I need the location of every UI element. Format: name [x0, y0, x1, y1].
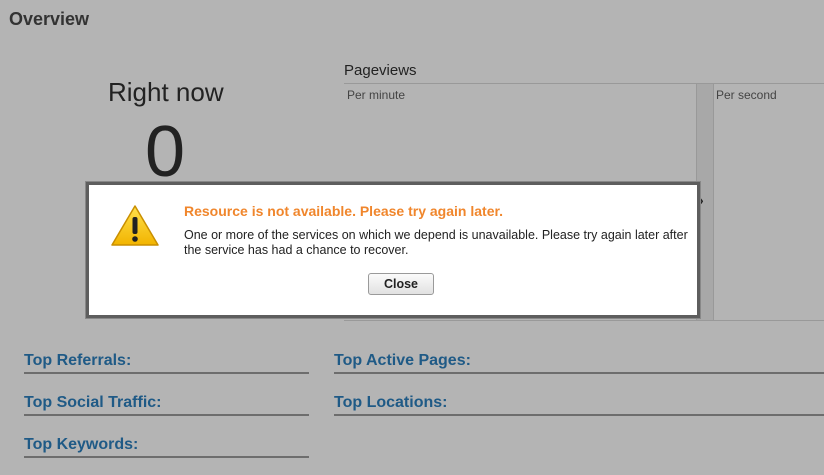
- warning-icon: [111, 205, 159, 246]
- pageviews-title: Pageviews: [344, 62, 417, 79]
- dialog-title: Resource is not available. Please try ag…: [184, 203, 504, 219]
- top-social-traffic-heading[interactable]: Top Social Traffic:: [24, 394, 309, 416]
- right-now-label: Right now: [108, 77, 224, 107]
- error-dialog: Resource is not available. Please try ag…: [86, 182, 700, 318]
- top-referrals-heading[interactable]: Top Referrals:: [24, 352, 309, 374]
- top-locations-heading[interactable]: Top Locations:: [334, 394, 824, 416]
- close-button[interactable]: Close: [368, 273, 434, 295]
- per-second-label: Per second: [716, 88, 777, 102]
- per-minute-label: Per minute: [347, 88, 406, 102]
- dialog-message: One or more of the services on which we …: [184, 228, 688, 257]
- top-active-pages-heading[interactable]: Top Active Pages:: [334, 352, 824, 374]
- top-keywords-heading[interactable]: Top Keywords:: [24, 436, 309, 458]
- page-title: Overview: [9, 9, 90, 29]
- right-now-value: 0: [145, 112, 186, 192]
